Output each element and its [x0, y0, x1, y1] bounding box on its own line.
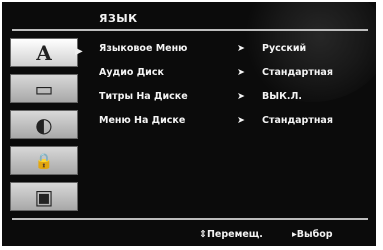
setting-row[interactable]: Меню На Диске ➤ Стандартная — [99, 115, 369, 133]
setting-value: Стандартная — [262, 115, 333, 126]
move-hint: ⇕Перемещ. — [199, 229, 263, 240]
briefcase-icon: ▣ — [34, 184, 54, 209]
setting-label: Меню На Диске — [99, 115, 186, 126]
select-hint: ▸Выбор — [292, 229, 333, 240]
arrow-right-icon: ➤ — [237, 43, 245, 54]
setting-label: Аудио Диск — [99, 67, 164, 78]
menu-title: ЯЗЫК — [99, 12, 138, 25]
tab-lock[interactable]: 🔒 — [10, 146, 78, 175]
active-tab-arrow-icon: ▶ — [75, 46, 83, 57]
setting-label: Титры На Диске — [99, 91, 188, 102]
dvd-setup-screen: ЯЗЫК A ▭ ◐ 🔒 ▣ ▶ Языковое Меню ➤ Русский… — [2, 2, 376, 246]
tab-others[interactable]: ▣ — [10, 182, 78, 211]
arrow-right-icon: ➤ — [237, 91, 245, 102]
setting-label: Языковое Меню — [99, 43, 188, 54]
display-icon: ▭ — [34, 76, 54, 101]
setting-row[interactable]: Аудио Диск ➤ Стандартная — [99, 67, 369, 85]
tab-language[interactable]: A — [10, 38, 78, 67]
tab-audio[interactable]: ◐ — [10, 110, 78, 139]
footer-divider — [12, 218, 368, 220]
arrow-right-icon: ➤ — [237, 115, 245, 126]
setting-value: Русский — [262, 43, 307, 54]
audio-icon: ◐ — [35, 112, 53, 137]
title-divider — [12, 29, 368, 31]
arrow-right-icon: ➤ — [237, 67, 245, 78]
language-icon: A — [36, 40, 52, 65]
setting-row[interactable]: Титры На Диске ➤ ВЫК.Л. — [99, 91, 369, 109]
setting-value: Стандартная — [262, 67, 333, 78]
tab-display[interactable]: ▭ — [10, 74, 78, 103]
setting-value: ВЫК.Л. — [262, 91, 302, 102]
lock-icon: 🔒 — [34, 151, 54, 170]
setting-row[interactable]: Языковое Меню ➤ Русский — [99, 43, 369, 61]
